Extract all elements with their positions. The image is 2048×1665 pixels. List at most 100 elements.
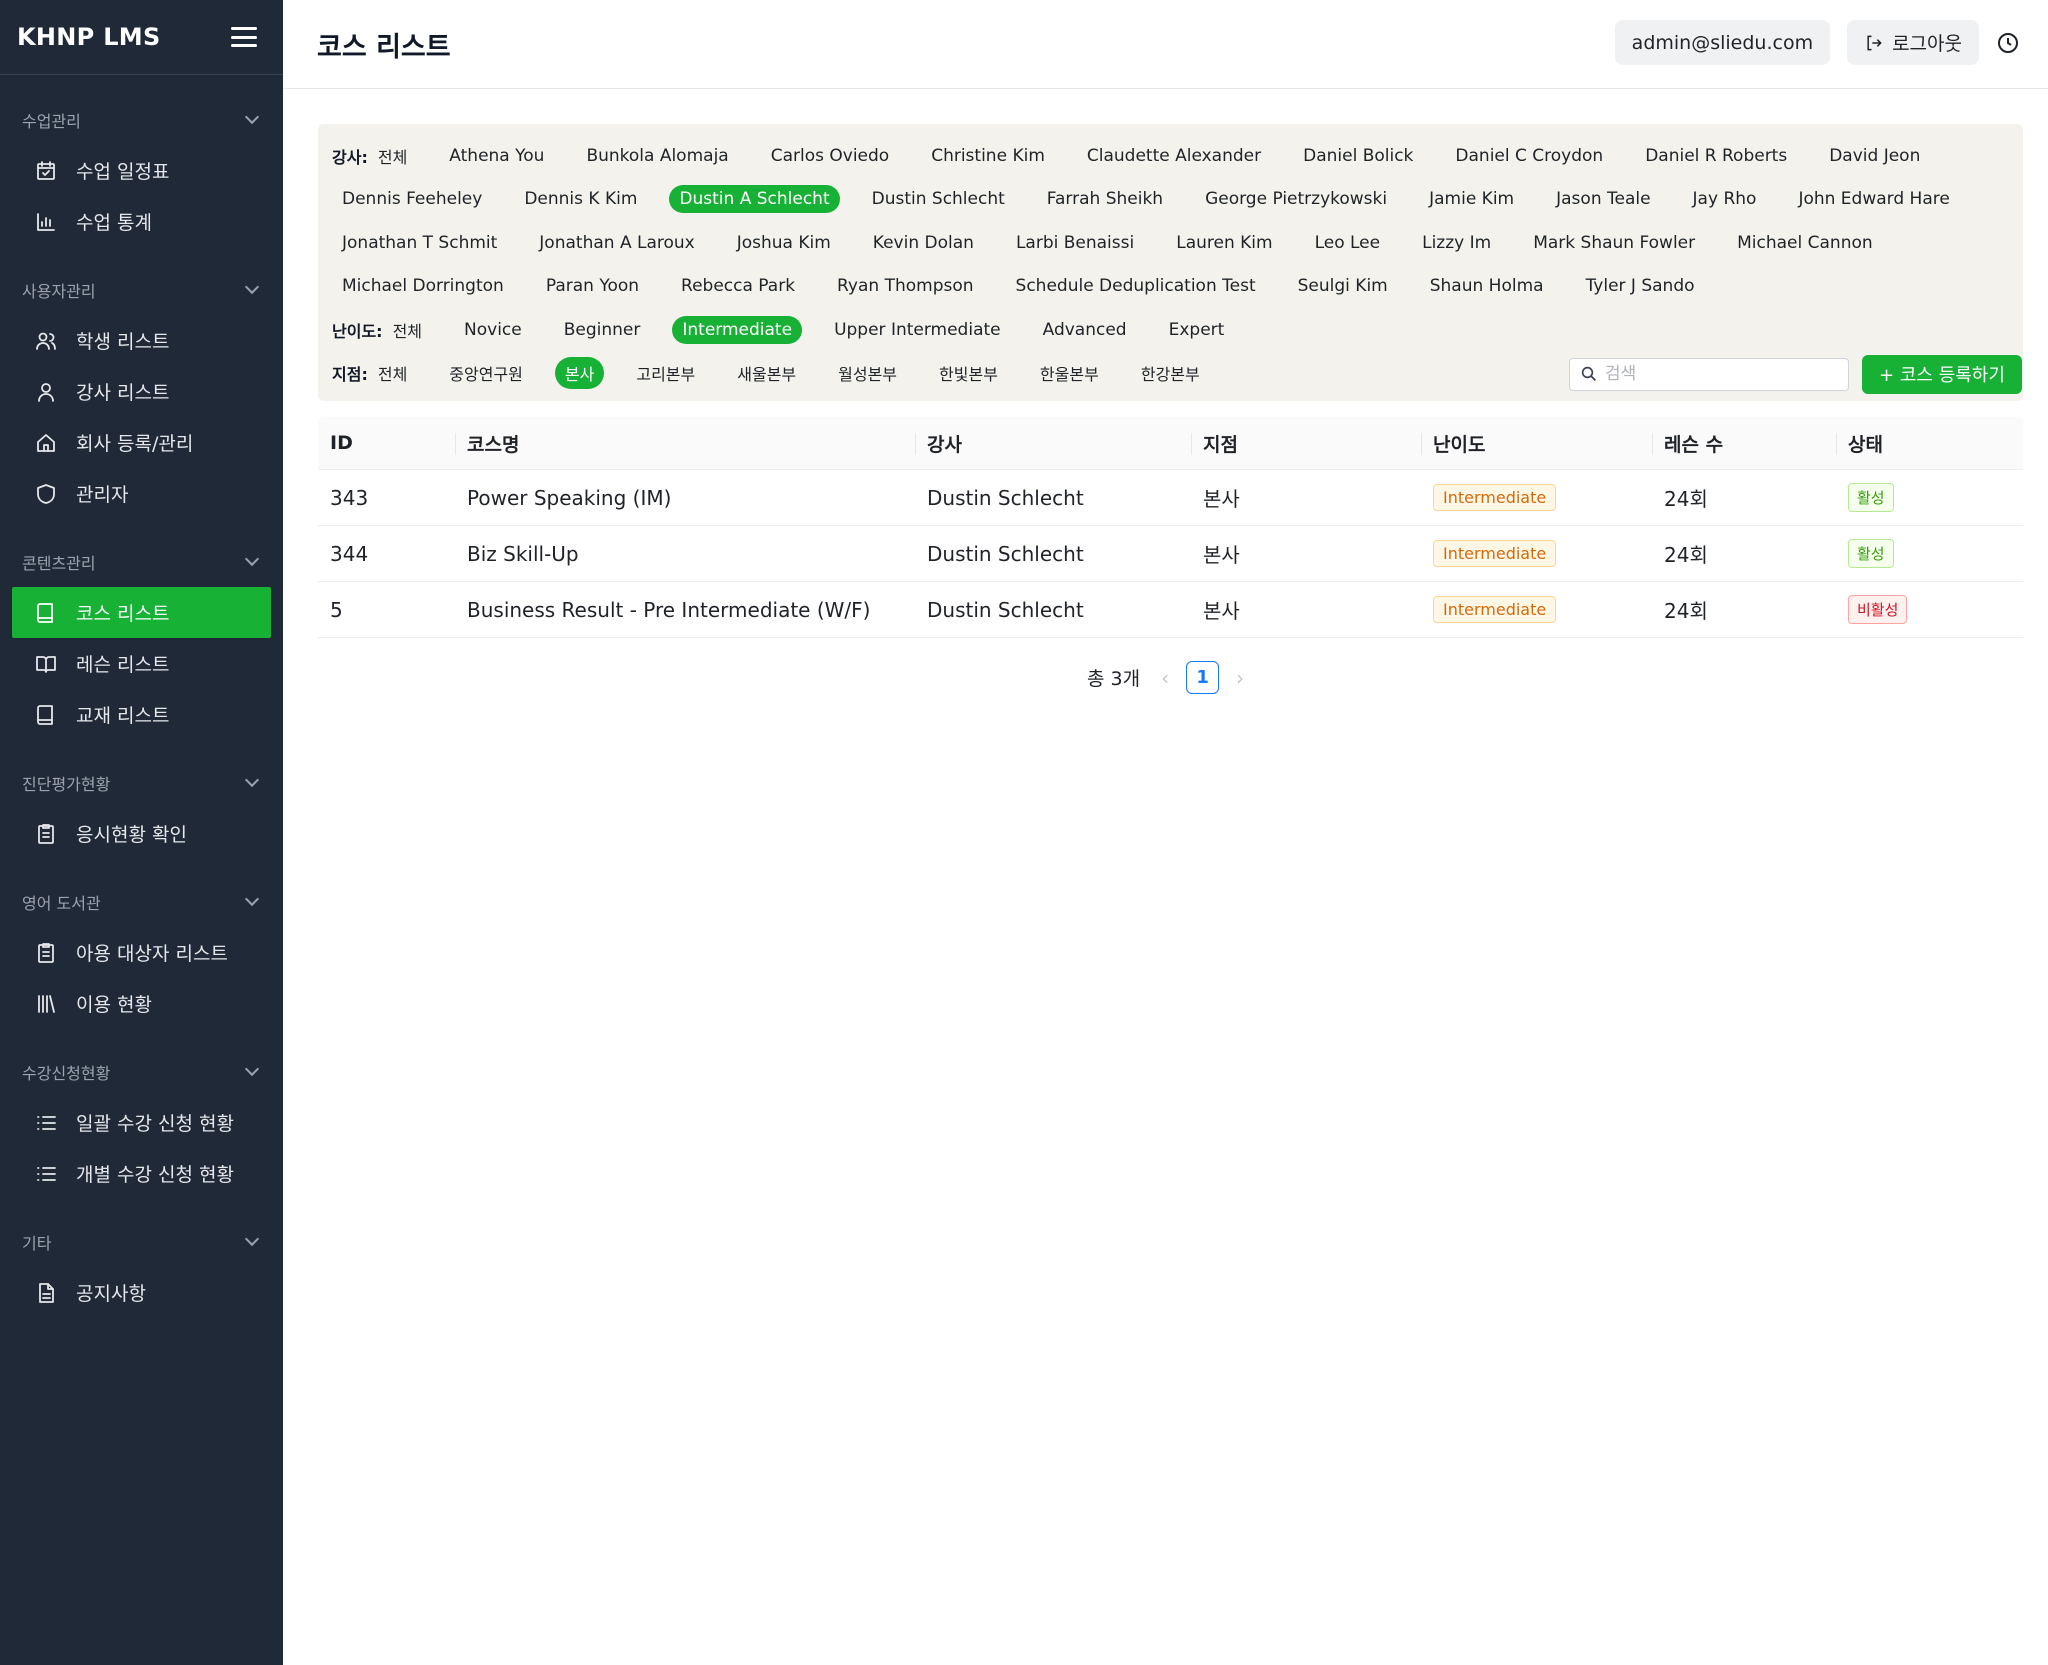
instructor-chip[interactable]: Jay Rho — [1683, 185, 1767, 213]
instructor-chip[interactable]: Athena You — [439, 142, 554, 170]
sidebar-item[interactable]: 강사 리스트 — [12, 366, 271, 417]
sidebar-section[interactable]: 기타 — [0, 1217, 283, 1267]
instructor-chip[interactable]: Jamie Kim — [1419, 185, 1524, 213]
level-badge: Intermediate — [1433, 596, 1557, 623]
instructor-chip[interactable]: Dustin Schlecht — [862, 185, 1015, 213]
branch-chip[interactable]: 고리본부 — [626, 357, 705, 389]
instructor-chip[interactable]: Claudette Alexander — [1077, 142, 1271, 170]
instructor-chip[interactable]: Carlos Oviedo — [761, 142, 899, 170]
table-row[interactable]: 343 Power Speaking (IM) Dustin Schlecht 본사 I… — [318, 470, 2023, 526]
column-header[interactable]: 지점 — [1191, 417, 1421, 470]
sidebar-item[interactable]: 레슨 리스트 — [12, 638, 271, 689]
sidebar-item[interactable]: 공지사항 — [12, 1267, 271, 1318]
level-chip[interactable]: Advanced — [1033, 316, 1137, 344]
branch-chip[interactable]: 한울본부 — [1030, 357, 1109, 389]
cell-course-name: Power Speaking (IM) — [467, 485, 672, 510]
instructor-chip[interactable]: Shaun Holma — [1420, 272, 1554, 300]
search-input[interactable] — [1605, 364, 1825, 384]
sidebar-item[interactable]: 일괄 수강 신청 현황 — [12, 1097, 271, 1148]
instructor-chip[interactable]: Ryan Thompson — [827, 272, 983, 300]
instructor-chip[interactable]: John Edward Hare — [1788, 185, 1959, 213]
sidebar-item[interactable]: 응시현황 확인 — [12, 808, 271, 859]
level-chip[interactable]: Expert — [1159, 316, 1235, 344]
instructor-chip[interactable]: Daniel Bolick — [1293, 142, 1423, 170]
instructor-chip[interactable]: Kevin Dolan — [863, 229, 984, 257]
instructor-chip[interactable]: Dennis K Kim — [514, 185, 647, 213]
sidebar-item[interactable]: 아용 대상자 리스트 — [12, 927, 271, 978]
table-row[interactable]: 5 Business Result - Pre Intermediate (W/F… — [318, 582, 2023, 638]
column-header[interactable]: 상태 — [1836, 417, 2023, 470]
cell-instructor: Dustin Schlecht — [927, 597, 1084, 622]
instructor-chip[interactable]: Leo Lee — [1305, 229, 1391, 257]
sidebar-item[interactable]: 수업 통계 — [12, 196, 271, 247]
instructor-chip[interactable]: 전체 — [374, 140, 417, 172]
level-chip[interactable]: Upper Intermediate — [824, 316, 1011, 344]
add-course-button[interactable]: + 코스 등록하기 — [1862, 354, 2022, 394]
sidebar-section[interactable]: 수업관리 — [0, 95, 283, 145]
logout-button[interactable]: 로그아웃 — [1847, 20, 1979, 65]
sidebar-item[interactable]: 이용 현황 — [12, 978, 271, 1029]
instructor-chip[interactable]: Rebecca Park — [671, 272, 805, 300]
sidebar-item[interactable]: 개별 수강 신청 현황 — [12, 1148, 271, 1199]
column-header[interactable]: 강사 — [915, 417, 1191, 470]
instructor-chip[interactable]: Jason Teale — [1546, 185, 1660, 213]
sidebar-section[interactable]: 영어 도서관 — [0, 877, 283, 927]
prev-page-icon[interactable]: ‹ — [1158, 666, 1172, 690]
instructor-chip[interactable]: Paran Yoon — [536, 272, 649, 300]
instructor-chip[interactable]: Lauren Kim — [1166, 229, 1282, 257]
page-number[interactable]: 1 — [1186, 661, 1220, 694]
instructor-chip[interactable]: David Jeon — [1819, 142, 1930, 170]
instructor-chip[interactable]: Jonathan A Laroux — [529, 229, 704, 257]
sidebar-section[interactable]: 사용자관리 — [0, 265, 283, 315]
level-chip[interactable]: Beginner — [554, 316, 651, 344]
branch-chip[interactable]: 새울본부 — [727, 357, 806, 389]
instructor-chip[interactable]: Joshua Kim — [727, 229, 841, 257]
instructor-chip[interactable]: Bunkola Alomaja — [576, 142, 738, 170]
instructor-chip[interactable]: Mark Shaun Fowler — [1523, 229, 1705, 257]
instructor-chip[interactable]: Michael Dorrington — [332, 272, 514, 300]
branch-chip[interactable]: 본사 — [554, 357, 605, 390]
sidebar-item[interactable]: 코스 리스트 — [12, 587, 271, 638]
sidebar-section[interactable]: 콘텐츠관리 — [0, 537, 283, 587]
sidebar-item[interactable]: 회사 등록/관리 — [12, 417, 271, 468]
library-icon — [34, 992, 58, 1016]
instructor-chip[interactable]: Farrah Sheikh — [1037, 185, 1173, 213]
branch-chip[interactable]: 한강본부 — [1131, 357, 1210, 389]
instructor-chip[interactable]: Daniel C Croydon — [1445, 142, 1613, 170]
sidebar-section[interactable]: 진단평가현황 — [0, 758, 283, 808]
instructor-chip[interactable]: Michael Cannon — [1727, 229, 1883, 257]
column-header[interactable]: 레슨 수 — [1652, 417, 1836, 470]
level-chip[interactable]: Novice — [454, 316, 532, 344]
sidebar-item[interactable]: 관리자 — [12, 468, 271, 519]
sidebar-section[interactable]: 수강신청현황 — [0, 1047, 283, 1097]
level-chip[interactable]: 전체 — [389, 314, 432, 346]
sidebar-item[interactable]: 교재 리스트 — [12, 689, 271, 740]
instructor-chip[interactable]: Tyler J Sando — [1576, 272, 1705, 300]
instructor-chip[interactable]: Christine Kim — [921, 142, 1055, 170]
instructor-chip[interactable]: Dustin A Schlecht — [669, 185, 840, 214]
instructor-chip[interactable]: Lizzy Im — [1412, 229, 1501, 257]
instructor-chip[interactable]: Seulgi Kim — [1288, 272, 1398, 300]
branch-chip[interactable]: 월성본부 — [828, 357, 907, 389]
instructor-chip[interactable]: Schedule Deduplication Test — [1006, 272, 1266, 300]
sidebar-item[interactable]: 수업 일정표 — [12, 145, 271, 196]
search-input-wrapper — [1569, 357, 1849, 391]
branch-chip[interactable]: 전체 — [374, 357, 417, 389]
branch-chip[interactable]: 중앙연구원 — [439, 357, 533, 389]
instructor-chip[interactable]: Dennis Feeheley — [332, 185, 492, 213]
menu-toggle-icon[interactable] — [231, 27, 257, 47]
instructor-chip[interactable]: Larbi Benaissi — [1006, 229, 1144, 257]
column-header[interactable]: 난이도 — [1421, 417, 1652, 470]
level-chip[interactable]: Intermediate — [672, 315, 803, 344]
branch-chip[interactable]: 한빛본부 — [929, 357, 1008, 389]
column-header[interactable]: ID — [318, 417, 455, 470]
instructor-chip[interactable]: Jonathan T Schmit — [332, 229, 507, 257]
instructor-chip[interactable]: Daniel R Roberts — [1635, 142, 1797, 170]
instructor-chip[interactable]: George Pietrzykowski — [1195, 185, 1397, 213]
clock-icon[interactable] — [1985, 20, 2030, 65]
column-header[interactable]: 코스명 — [455, 417, 915, 470]
sidebar-item-label: 강사 리스트 — [76, 382, 170, 404]
next-page-icon[interactable]: › — [1233, 666, 1247, 690]
sidebar-item[interactable]: 학생 리스트 — [12, 315, 271, 366]
table-row[interactable]: 344 Biz Skill-Up Dustin Schlecht 본사 Intermed… — [318, 526, 2023, 582]
